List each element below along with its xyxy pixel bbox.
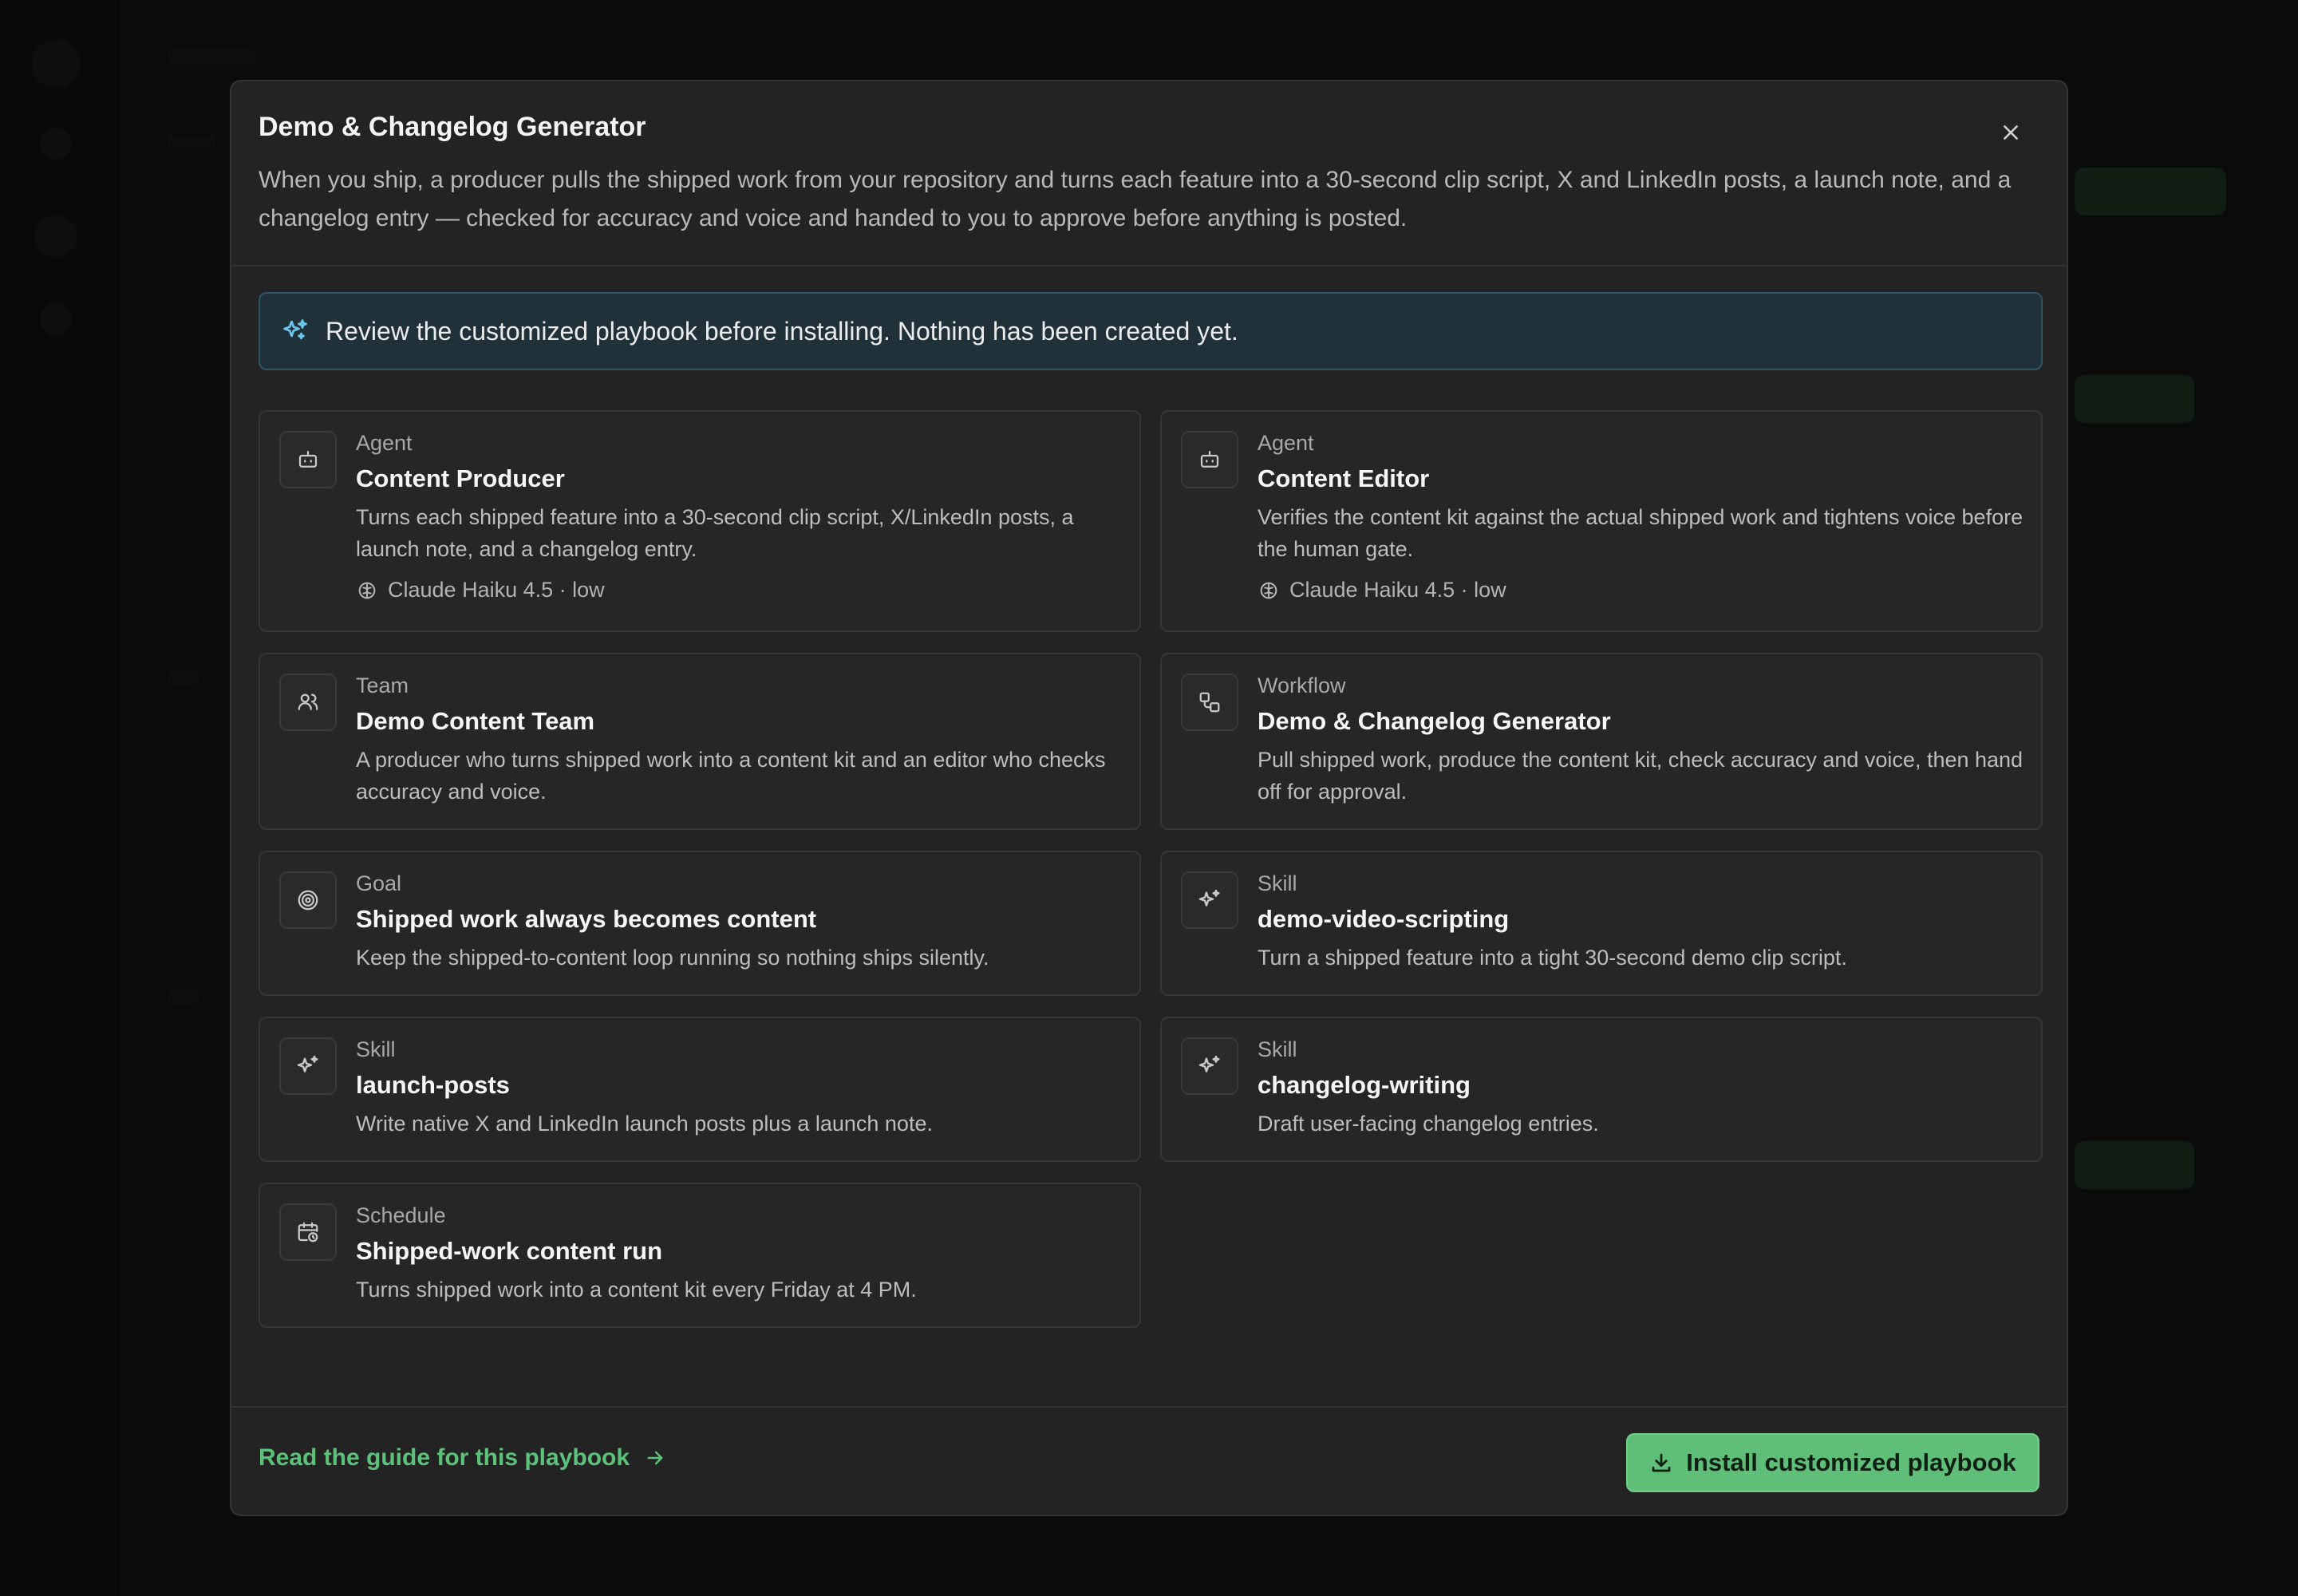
card-name: Content Producer <box>356 464 565 492</box>
card-kind: Agent <box>1258 431 1314 455</box>
card-description: Keep the shipped-to-content loop running… <box>356 946 989 970</box>
install-button-label: Install customized playbook <box>1686 1448 2016 1476</box>
card-name: launch-posts <box>356 1071 510 1099</box>
card-kind: Team <box>356 674 409 697</box>
close-icon <box>2004 125 2018 140</box>
sparkles-icon <box>1181 1037 1238 1095</box>
card-description: A producer who turns shipped work into a… <box>356 748 1106 804</box>
users-icon <box>279 674 337 731</box>
calendar-clock-icon <box>279 1203 337 1261</box>
download-icon <box>1652 1453 1671 1472</box>
guide-link-label: Read the guide for this playbook <box>259 1444 630 1471</box>
sparkles-icon <box>281 317 310 346</box>
footer-divider <box>231 1406 2067 1408</box>
modal-header: Demo & Changelog Generator When you ship… <box>231 81 2067 267</box>
card-agent-content-editor[interactable]: Agent Content Editor Verifies the conten… <box>1160 410 2043 632</box>
card-kind: Skill <box>356 1037 396 1061</box>
card-description: Write native X and LinkedIn launch posts… <box>356 1112 933 1136</box>
card-name: Content Editor <box>1258 464 1430 492</box>
install-playbook-button[interactable]: Install customized playbook <box>1626 1433 2039 1492</box>
card-description: Turn a shipped feature into a tight 30-s… <box>1258 946 1847 970</box>
banner-text: Review the customized playbook before in… <box>326 316 1238 346</box>
card-goal-shipped-work[interactable]: Goal Shipped work always becomes content… <box>259 851 1141 996</box>
brain-icon <box>1260 582 1277 598</box>
sparkles-icon <box>279 1037 337 1095</box>
card-agent-content-producer[interactable]: Agent Content Producer Turns each shippe… <box>259 410 1141 632</box>
brain-icon <box>358 582 376 598</box>
card-description: Draft user-facing changelog entries. <box>1258 1112 1599 1136</box>
card-name: demo-video-scripting <box>1258 905 1510 933</box>
model-label: Claude Haiku 4.5 · low <box>1289 578 1506 602</box>
guide-link[interactable]: Read the guide for this playbook <box>259 1444 666 1472</box>
arrow-right-icon <box>647 1451 663 1465</box>
workflow-icon <box>1181 674 1238 731</box>
card-skill-changelog-writing[interactable]: Skill changelog-writing Draft user-facin… <box>1160 1017 2043 1162</box>
model-label: Claude Haiku 4.5 · low <box>388 578 605 602</box>
model-info: Claude Haiku 4.5 · low <box>1258 578 1506 602</box>
robot-icon <box>1181 431 1238 488</box>
card-kind: Agent <box>356 431 413 455</box>
card-kind: Skill <box>1258 871 1297 895</box>
card-workflow-demo-changelog[interactable]: Workflow Demo & Changelog Generator Pull… <box>1160 653 2043 830</box>
card-name: Demo Content Team <box>356 707 595 735</box>
card-description: Turns each shipped feature into a 30-sec… <box>356 505 1074 561</box>
card-skill-launch-posts[interactable]: Skill launch-posts Write native X and Li… <box>259 1017 1141 1162</box>
card-name: changelog-writing <box>1258 1071 1471 1099</box>
modal-description: When you ship, a producer pulls the ship… <box>259 167 2012 231</box>
close-button[interactable] <box>1993 115 2028 150</box>
card-schedule-content-run[interactable]: Schedule Shipped-work content run Turns … <box>259 1183 1141 1328</box>
robot-icon <box>279 431 337 488</box>
card-description: Pull shipped work, produce the content k… <box>1258 748 2024 804</box>
card-name: Shipped-work content run <box>356 1237 663 1265</box>
card-kind: Workflow <box>1258 674 1346 697</box>
modal-title: Demo & Changelog Generator <box>259 112 646 142</box>
card-team-demo-content[interactable]: Team Demo Content Team A producer who tu… <box>259 653 1141 830</box>
card-kind: Schedule <box>356 1203 446 1227</box>
card-description: Turns shipped work into a content kit ev… <box>356 1278 917 1302</box>
info-banner: Review the customized playbook before in… <box>259 292 2043 370</box>
sparkles-icon <box>1181 871 1238 929</box>
card-name: Shipped work always becomes content <box>356 905 817 933</box>
card-skill-demo-video-scripting[interactable]: Skill demo-video-scripting Turn a shippe… <box>1160 851 2043 996</box>
card-kind: Goal <box>356 871 402 895</box>
card-name: Demo & Changelog Generator <box>1258 707 1611 735</box>
card-description: Verifies the content kit against the act… <box>1258 505 2024 561</box>
target-icon <box>279 871 337 929</box>
playbook-modal: Demo & Changelog Generator When you ship… <box>230 80 2068 1516</box>
card-kind: Skill <box>1258 1037 1297 1061</box>
model-info: Claude Haiku 4.5 · low <box>356 578 605 602</box>
